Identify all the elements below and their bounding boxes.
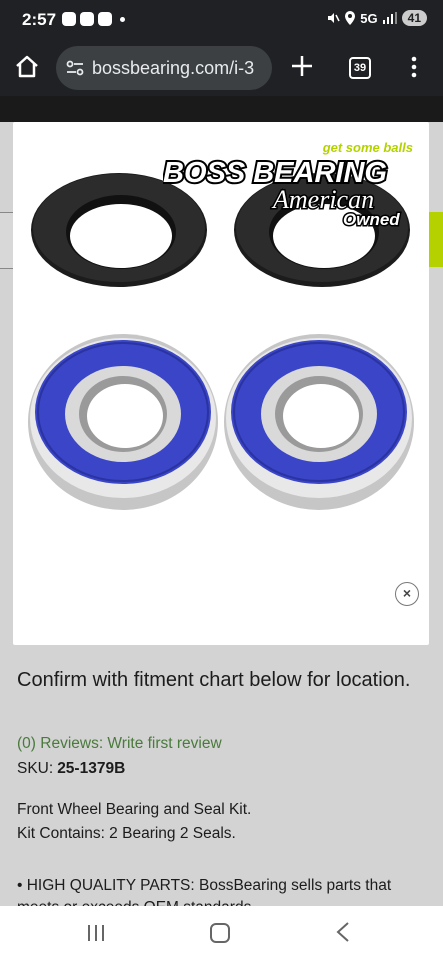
bossbearing-logo: get some balls BOSS BEARING American Own… <box>163 140 413 228</box>
page-cart-button <box>428 212 443 267</box>
system-nav-bar <box>0 906 443 960</box>
url-text: bossbearing.com/i-3 <box>92 58 255 78</box>
network-label: 5G <box>360 10 378 26</box>
more-notifications-icon <box>120 17 125 22</box>
new-tab-icon[interactable] <box>290 54 314 78</box>
description-line-1: Front Wheel Bearing and Seal Kit. <box>17 801 252 818</box>
more-menu-icon[interactable] <box>410 56 418 78</box>
bearing-left <box>28 334 218 510</box>
status-bar: 2:57 5G 41 <box>0 0 443 40</box>
description-line-2: Kit Contains: 2 Bearing 2 Seals. <box>17 825 236 842</box>
close-button[interactable]: × <box>395 582 419 606</box>
signal-icon <box>382 12 397 24</box>
address-bar[interactable]: bossbearing.com/i-3 <box>56 46 272 90</box>
logo-sub2: Owned <box>343 210 400 228</box>
recent-apps-icon[interactable] <box>87 924 105 942</box>
location-icon <box>345 11 356 25</box>
back-icon[interactable] <box>336 922 350 942</box>
system-status: 5G 41 <box>326 10 427 26</box>
bearing-right <box>224 334 414 510</box>
snapchat-icon <box>98 12 112 26</box>
site-settings-icon[interactable] <box>65 58 85 78</box>
browser-toolbar: bossbearing.com/i-3 39 <box>0 40 443 96</box>
home-nav-icon[interactable] <box>210 923 230 943</box>
image-lightbox: get some balls BOSS BEARING American Own… <box>13 122 429 645</box>
tab-switcher-button[interactable]: 39 <box>349 57 371 79</box>
whatsapp-icon <box>80 12 94 26</box>
page-header-strip <box>0 96 443 122</box>
logo-tagline: get some balls <box>322 140 413 155</box>
fitment-note: Confirm with fitment chart below for loc… <box>17 669 411 691</box>
reviews-link[interactable]: (0) Reviews: Write first review <box>17 735 222 753</box>
sku-line: SKU: 25-1379B <box>17 760 125 778</box>
mute-icon <box>328 13 340 23</box>
sku-value: 25-1379B <box>57 760 126 777</box>
sku-label: SKU: <box>17 760 54 777</box>
battery-badge: 41 <box>401 10 427 26</box>
notification-icons <box>62 12 125 26</box>
home-icon[interactable] <box>14 54 40 80</box>
status-time: 2:57 <box>22 10 57 29</box>
notification-app-icon <box>62 12 76 26</box>
